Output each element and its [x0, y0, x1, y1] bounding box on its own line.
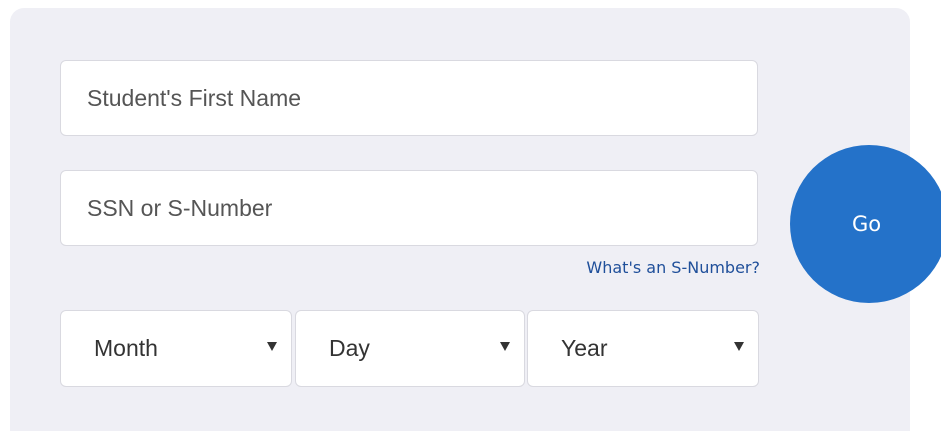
- day-select-value: Day: [329, 335, 370, 361]
- s-number-help-link[interactable]: What's an S-Number?: [60, 258, 760, 277]
- first-name-input[interactable]: [60, 60, 758, 136]
- go-button[interactable]: Go: [790, 145, 941, 303]
- year-select[interactable]: Year: [527, 310, 759, 387]
- ssn-input[interactable]: [60, 170, 758, 246]
- chevron-down-icon: [734, 342, 744, 351]
- day-select[interactable]: Day: [295, 310, 525, 387]
- go-button-label: Go: [852, 212, 882, 236]
- month-select[interactable]: Month: [60, 310, 292, 387]
- year-select-value: Year: [561, 335, 608, 361]
- chevron-down-icon: [500, 342, 510, 351]
- chevron-down-icon: [267, 342, 277, 351]
- month-select-value: Month: [94, 335, 158, 361]
